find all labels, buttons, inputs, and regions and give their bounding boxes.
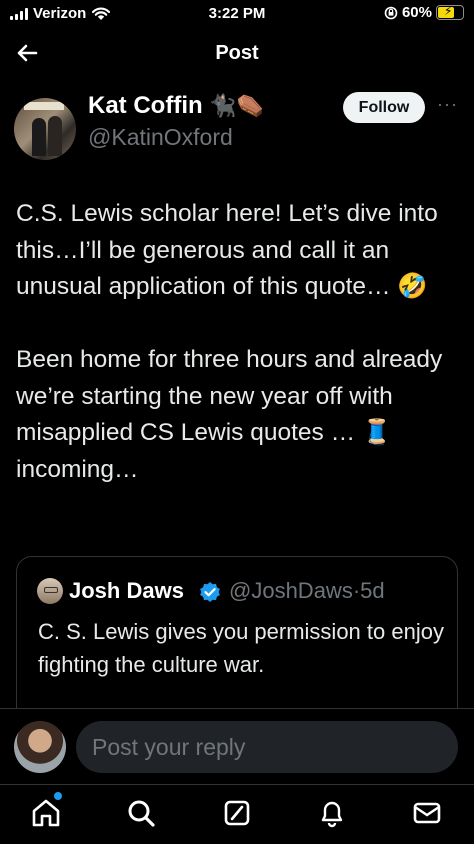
current-user-avatar [14,721,66,773]
quoted-meta: @JoshDaws·5d [229,578,385,604]
search-icon[interactable] [123,795,159,831]
home-notification-dot [54,792,62,800]
top-bar: Post [0,30,474,78]
quoted-post-text: C. S. Lewis gives you permission to enjo… [38,619,444,677]
home-icon[interactable] [28,795,64,831]
status-right: 60% ⚡ [384,4,464,21]
battery-charging-icon: ⚡ [436,4,464,20]
author-handle[interactable]: @KatinOxford [88,124,233,151]
post-paragraph-1: C.S. Lewis scholar here! Let’s dive into… [16,200,438,300]
author-avatar[interactable] [14,98,76,160]
follow-button[interactable]: Follow [343,92,425,123]
reply-input[interactable] [76,721,458,773]
notifications-icon[interactable] [314,795,350,831]
bottom-tab-bar [0,784,474,844]
post-paragraph-2: Been home for three hours and already we… [16,346,443,483]
page-title: Post [215,42,259,64]
quoted-author-avatar [37,578,63,604]
battery-percent: 60% [401,4,432,21]
quoted-author-handle: @JoshDaws [229,578,353,603]
orientation-lock-icon [384,6,398,19]
author-name-emoji: 🐈‍⬛⚰️ [209,93,265,118]
reply-bar [0,708,474,785]
more-horizontal-icon[interactable]: ··· [437,94,458,115]
author-name[interactable]: Kat Coffin [88,92,203,119]
status-bar: Verizon 3:22 PM 60% ⚡ [0,0,474,30]
verified-badge-icon [200,582,220,602]
post-text: C.S. Lewis scholar here! Let’s dive into… [16,196,456,488]
quoted-author-name: Josh Daws [69,578,184,603]
messages-icon[interactable] [409,795,445,831]
quoted-post-card[interactable]: Josh Daws @JoshDaws·5d C. S. Lewis gives… [16,556,458,726]
author-name-row[interactable]: Kat Coffin 🐈‍⬛⚰️ [88,92,264,120]
quoted-time: 5d [360,578,385,603]
grok-icon[interactable] [219,795,255,831]
